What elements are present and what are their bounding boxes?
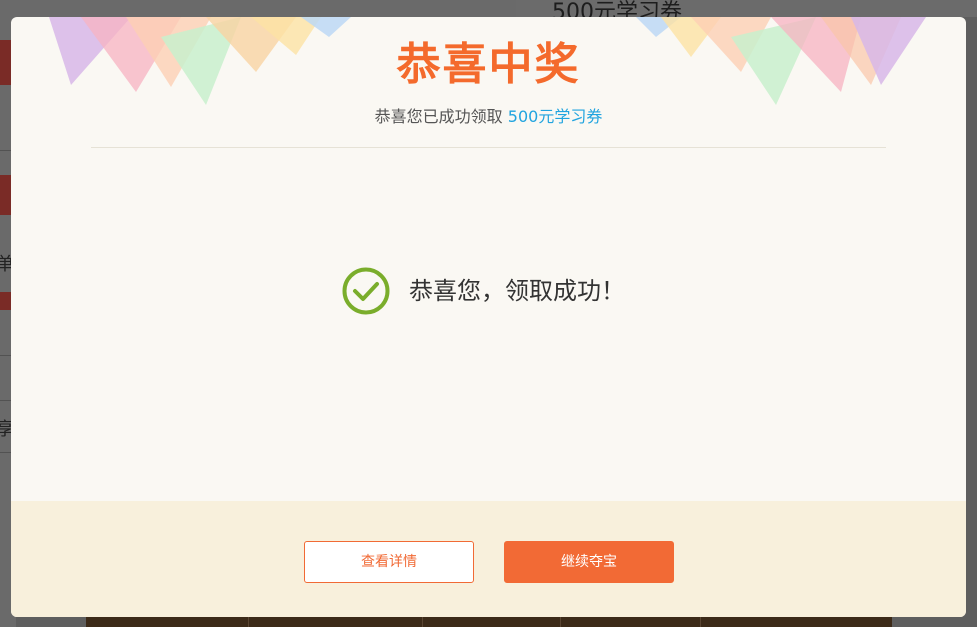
- voucher-amount: 500元学习券: [507, 107, 603, 126]
- modal-title: 恭喜中奖: [396, 39, 581, 90]
- background-top-strip: [16, 0, 516, 17]
- view-details-button[interactable]: 查看详情: [304, 541, 474, 583]
- continue-button[interactable]: 继续夺宝: [504, 541, 674, 583]
- header-divider: [91, 147, 886, 148]
- modal-footer: 查看详情 继续夺宝: [11, 501, 966, 617]
- success-message: 恭喜您，领取成功！: [409, 277, 625, 305]
- modal-subtitle: 恭喜您已成功领取 500元学习券: [11, 106, 966, 128]
- success-message-row: 恭喜您，领取成功！: [341, 265, 625, 317]
- prize-modal: 恭喜中奖 恭喜您已成功领取 500元学习券 恭喜您，领取成功！ 查看详情 继续夺…: [11, 17, 966, 617]
- subtitle-text: 恭喜您已成功领取: [374, 107, 503, 126]
- check-circle-icon: [342, 267, 390, 315]
